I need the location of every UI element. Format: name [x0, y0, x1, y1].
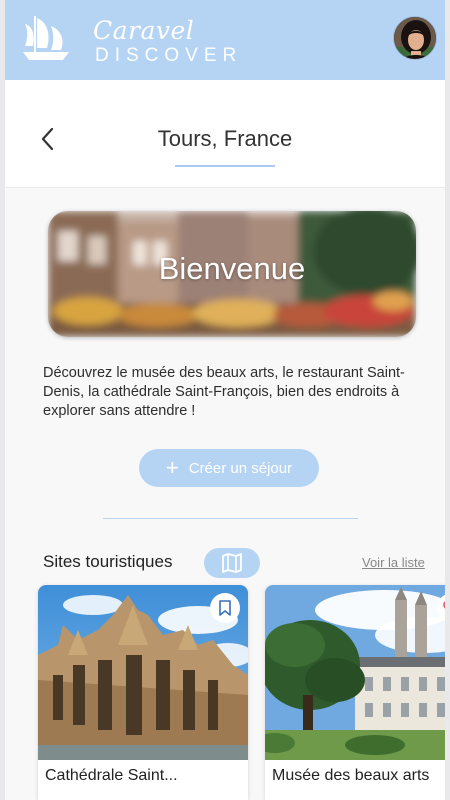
section-title: Sites touristiques	[43, 552, 173, 571]
site-card-label: Musée des beaux arts	[272, 767, 430, 784]
title-underline	[175, 165, 275, 167]
site-card[interactable]: Cathédrale Saint...	[38, 585, 248, 800]
app-logo[interactable]: Caravel DISCOVER	[21, 10, 236, 70]
create-stay-button[interactable]: + Créer un séjour	[139, 449, 319, 487]
view-list-link[interactable]: Voir la liste	[362, 555, 425, 570]
intro-text: Découvrez le musée des beaux arts, le re…	[43, 365, 405, 419]
avatar[interactable]	[393, 16, 437, 60]
create-stay-label: Créer un séjour	[188, 459, 293, 477]
site-card[interactable]: Musée des beaux arts	[265, 585, 445, 800]
page-title: Tours, France	[157, 126, 293, 151]
title-section: Tours, France	[5, 80, 445, 188]
logo-wordmark: DISCOVER	[95, 45, 243, 66]
museum-photo	[265, 585, 445, 760]
site-card-label: Cathédrale Saint...	[45, 767, 178, 784]
heart-icon	[443, 601, 445, 609]
banner-title: Bienvenue	[158, 251, 306, 286]
map-toggle-button[interactable]	[204, 548, 260, 578]
avatar-photo	[394, 17, 436, 59]
welcome-banner: Bienvenue	[48, 211, 416, 337]
plus-icon: +	[165, 455, 179, 480]
ship-logo-icon	[23, 16, 69, 60]
section-divider	[103, 518, 358, 519]
map-icon	[222, 553, 242, 573]
bookmark-icon	[219, 600, 231, 616]
logo-script-text: Caravel	[93, 16, 195, 45]
bookmark-button[interactable]	[210, 593, 240, 623]
app-bar: Caravel DISCOVER	[5, 0, 445, 80]
app-screen: Caravel DISCOVER Tours, France Bienvenue…	[5, 0, 445, 800]
